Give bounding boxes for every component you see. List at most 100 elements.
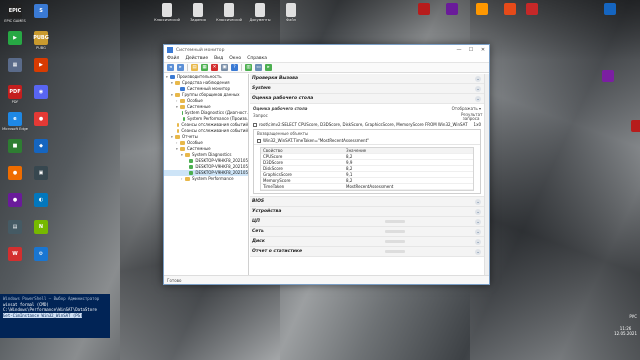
desktop-file-icon[interactable]: Файл	[279, 3, 303, 29]
desktop-icon[interactable]: ◆	[29, 139, 53, 165]
help-icon[interactable]: ?	[231, 64, 238, 71]
query-row[interactable]: root\cimv2:SELECT CPUScore, D3DScore, Di…	[253, 122, 481, 127]
menu-action[interactable]: Действие	[185, 56, 208, 61]
desktop-icon[interactable]	[498, 3, 522, 29]
desktop-icon[interactable]: ●	[3, 193, 27, 219]
tree-item[interactable]: › System Performance	[164, 176, 248, 182]
desktop-icon[interactable]: ●	[3, 166, 27, 192]
section-progress	[385, 240, 405, 243]
chevron-down-icon[interactable]: ⌄	[475, 218, 481, 225]
report-section-header[interactable]: System ⌄	[250, 84, 484, 94]
desktop-icon[interactable]	[596, 70, 620, 96]
desktop-icon[interactable]: ⚙	[29, 247, 53, 273]
chevron-down-icon[interactable]: ⌄	[475, 208, 481, 215]
app-icon	[418, 3, 430, 15]
chevron-down-icon[interactable]: ⌄	[475, 248, 481, 255]
clock[interactable]: 11:26 12.05.2021	[614, 326, 637, 336]
menu-window[interactable]: Окно	[229, 56, 241, 61]
report-section-header[interactable]: ЦП ⌄	[250, 217, 484, 227]
desktop-icon[interactable]: ◐	[29, 193, 53, 219]
desktop-rating-section: Оценка рабочего стола Отображать ▾ Запро…	[250, 104, 484, 197]
display-dropdown[interactable]: Отображать ▾	[452, 106, 481, 111]
desktop-icon[interactable]: ◉	[29, 85, 53, 111]
desktop-icon[interactable]: ▶	[3, 31, 27, 57]
desktop-icon[interactable]: S	[29, 4, 53, 30]
desktop-icon[interactable]: ■	[3, 139, 27, 165]
print-icon[interactable]: ▭	[255, 64, 262, 71]
vertical-scrollbar[interactable]	[484, 74, 489, 276]
chart-icon[interactable]: ▥	[245, 64, 252, 71]
chevron-down-icon[interactable]: ⌄	[475, 198, 481, 205]
delete-icon[interactable]: ✕	[211, 64, 218, 71]
desktop-file-icon[interactable]: Документы	[248, 3, 272, 29]
desktop-file-icon[interactable]: Классический	[216, 3, 242, 29]
powershell-preview[interactable]: Windows PowerShell — Выбор Администратор…	[0, 294, 110, 338]
folder-icon	[177, 123, 180, 127]
object-checkbox[interactable]	[257, 138, 261, 143]
desktop-file-icon[interactable]: Задания	[186, 3, 210, 29]
report-section-header[interactable]: Диск ⌄	[250, 237, 484, 247]
folder-icon	[175, 93, 180, 97]
property-value: 9,9	[346, 160, 353, 165]
query-result-label: Результат запроса	[461, 112, 483, 121]
returned-object-row[interactable]: Win32_WinSAT.TimeTaken="MostRecentAssess…	[254, 137, 480, 145]
app-icon	[602, 70, 614, 82]
desktop-icon[interactable]: PDF PDF	[3, 85, 27, 111]
desktop-icon[interactable]	[598, 3, 622, 29]
section-title: ЦП	[252, 219, 260, 224]
chevron-down-icon[interactable]: ⌄	[475, 85, 481, 92]
desktop-icon[interactable]: ▦	[3, 58, 27, 84]
minimize-button[interactable]: —	[453, 45, 465, 55]
menu-file[interactable]: Файл	[167, 56, 179, 61]
desktop-icon[interactable]	[470, 3, 494, 29]
desktop-icon[interactable]	[412, 3, 436, 29]
desktop-icon[interactable]: W	[3, 247, 27, 273]
report-section-header[interactable]: Проверки Вызова ⌄	[250, 74, 484, 84]
desktop-icon-label: Документы	[249, 18, 271, 22]
chevron-down-icon[interactable]: ⌄	[475, 228, 481, 235]
desktop-icon[interactable]: PUBG PUBG	[29, 31, 53, 57]
menu-help[interactable]: Справка	[247, 56, 267, 61]
folder-icon	[189, 171, 194, 175]
desktop-icon[interactable]	[625, 120, 640, 146]
desktop-icon[interactable]: ▶	[29, 58, 53, 84]
language-indicator[interactable]: РУС	[629, 314, 637, 319]
desktop-icon[interactable]	[440, 3, 464, 29]
app-icon: ▤	[8, 220, 22, 234]
window-titlebar[interactable]: Системный монитор — ☐ ✕	[164, 45, 489, 55]
report-section-header[interactable]: Отчет о статистике ⌄	[250, 247, 484, 257]
report-section-header[interactable]: BIOS ⌄	[250, 197, 484, 207]
app-icon: S	[34, 4, 48, 18]
section-title: Диск	[252, 239, 265, 244]
query-checkbox[interactable]	[253, 122, 257, 127]
property-name: MemoryScore	[263, 178, 291, 183]
chevron-down-icon[interactable]: ⌄	[475, 75, 481, 82]
desktop-icon[interactable]	[520, 3, 544, 29]
report-section-header[interactable]: Оценка рабочего стола ⌄	[250, 94, 484, 104]
report-section-header[interactable]: Сеть ⌄	[250, 227, 484, 237]
close-button[interactable]: ✕	[477, 45, 489, 55]
folder-icon[interactable]: ▤	[191, 64, 198, 71]
app-icon	[604, 3, 616, 15]
forward-icon[interactable]: ▸	[177, 64, 184, 71]
chevron-down-icon[interactable]: ⌄	[475, 95, 481, 102]
properties-icon[interactable]: ▣	[221, 64, 228, 71]
app-icon: ◉	[34, 85, 48, 99]
desktop-icon[interactable]: e Microsoft Edge	[2, 112, 28, 138]
back-icon[interactable]: ◂	[167, 64, 174, 71]
report-icon[interactable]: ▦	[201, 64, 208, 71]
folder-icon	[182, 117, 186, 121]
maximize-button[interactable]: ☐	[465, 45, 477, 55]
desktop-icon[interactable]: ●	[29, 112, 53, 138]
desktop-file-icon[interactable]: Классический	[154, 3, 180, 29]
desktop-icon[interactable]: ▣	[29, 166, 53, 192]
app-icon: ◐	[34, 193, 48, 207]
desktop-icon[interactable]: N	[29, 220, 53, 246]
chevron-down-icon[interactable]: ⌄	[475, 238, 481, 245]
report-section-header[interactable]: Устройства ⌄	[250, 207, 484, 217]
menu-view[interactable]: Вид	[214, 56, 223, 61]
desktop-icon[interactable]: ▤	[3, 220, 27, 246]
desktop-icon[interactable]: EPIC EPIC GAMES	[3, 4, 27, 30]
object-name: Win32_WinSAT.TimeTaken="MostRecentAssess…	[263, 138, 369, 143]
export-icon[interactable]: ▸	[265, 64, 272, 71]
